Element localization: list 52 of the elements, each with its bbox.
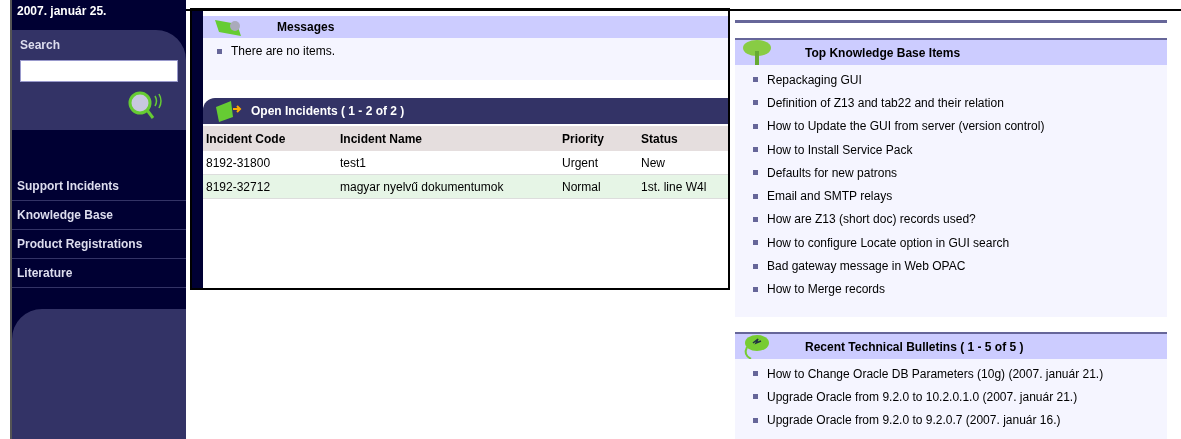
bullet-icon bbox=[217, 48, 222, 54]
table-cell-text: 8192-31800 bbox=[206, 154, 272, 172]
bullet-icon bbox=[753, 417, 758, 423]
article-link[interactable]: Bad gateway message in Web OPAC bbox=[767, 257, 966, 275]
nav-link[interactable]: Knowledge Base bbox=[12, 201, 186, 230]
article-link[interactable]: Definition of Z13 and tab22 and their relation bbox=[767, 93, 1004, 112]
nav-link[interactable]: Product Registrations bbox=[12, 230, 186, 259]
bullet-icon bbox=[753, 394, 758, 400]
table-row[interactable]: 8192-32712 magyar nyelvű dokumentumok Normal 1st. line W4l bbox=[203, 175, 728, 199]
table-cell-text: 1st. line W4l bbox=[641, 178, 708, 196]
column-header: Incident Name bbox=[340, 130, 424, 148]
article-link[interactable]: How to Merge records bbox=[767, 280, 886, 299]
article-link[interactable]: How to Install Service Pack bbox=[767, 140, 913, 159]
article-link[interactable]: How to Update the GUI from server (version control) bbox=[767, 117, 1045, 136]
knowledge-title: Top Knowledge Base Items bbox=[805, 44, 961, 62]
messages-title: Messages bbox=[277, 19, 335, 36]
column-header: Status bbox=[641, 130, 679, 148]
bullet-icon bbox=[753, 286, 758, 292]
bullet-icon bbox=[753, 371, 758, 377]
bullet-icon bbox=[753, 193, 758, 199]
bulletins-title: Recent Technical Bulletins ( 1 - 5 of 5 ) bbox=[805, 338, 1024, 356]
bullet-icon bbox=[753, 100, 758, 106]
table-cell-text: test1 bbox=[340, 154, 367, 172]
bullet-icon bbox=[753, 216, 758, 222]
bullet-icon bbox=[753, 240, 758, 246]
article-link[interactable]: How to configure Locate option in GUI search bbox=[767, 233, 1010, 252]
bulletin-link[interactable]: How to Change Oracle DB Parameters (10g) (2007. január 21.) bbox=[767, 364, 1104, 383]
table-cell-text: magyar nyelvű dokumentumok bbox=[340, 178, 505, 196]
article-link[interactable]: Email and SMTP relays bbox=[767, 187, 893, 206]
bulletin-link[interactable]: Upgrade Oracle from 9.2.0 to 9.2.0.7 (2007. január 16.) bbox=[767, 411, 1061, 430]
nav-link[interactable]: Literature bbox=[12, 259, 186, 288]
table-cell-text: 8192-32712 bbox=[206, 178, 272, 196]
search-tab[interactable]: Search bbox=[20, 30, 178, 60]
article-link[interactable]: Repackaging GUI bbox=[767, 70, 862, 89]
article-link[interactable]: Defaults for new patrons bbox=[767, 163, 898, 182]
incidents-title: Open Incidents ( 1 - 2 of 2 ) bbox=[251, 103, 405, 120]
table-cell-text: Normal bbox=[562, 178, 602, 196]
bullet-icon bbox=[753, 123, 758, 129]
message-text: There are no items. bbox=[231, 43, 336, 60]
nav-link[interactable]: Support Incidents bbox=[12, 172, 186, 201]
bullet-icon bbox=[753, 147, 758, 153]
column-header: Priority bbox=[562, 130, 605, 148]
date-label: 2007. január 25. bbox=[16, 3, 108, 20]
bullet-icon bbox=[753, 170, 758, 176]
bulletin-link[interactable]: Upgrade Oracle from 9.2.0 to 10.2.0.1.0 (2007. január 21.) bbox=[767, 387, 1078, 406]
table-cell-text: New bbox=[641, 154, 666, 172]
bullet-icon bbox=[753, 77, 758, 83]
bullet-icon bbox=[753, 263, 758, 269]
article-link[interactable]: How are Z13 (short doc) records used? bbox=[767, 210, 976, 229]
table-cell-text: Urgent bbox=[562, 154, 600, 172]
column-header: Incident Code bbox=[206, 130, 287, 148]
search-field[interactable] bbox=[20, 60, 178, 82]
